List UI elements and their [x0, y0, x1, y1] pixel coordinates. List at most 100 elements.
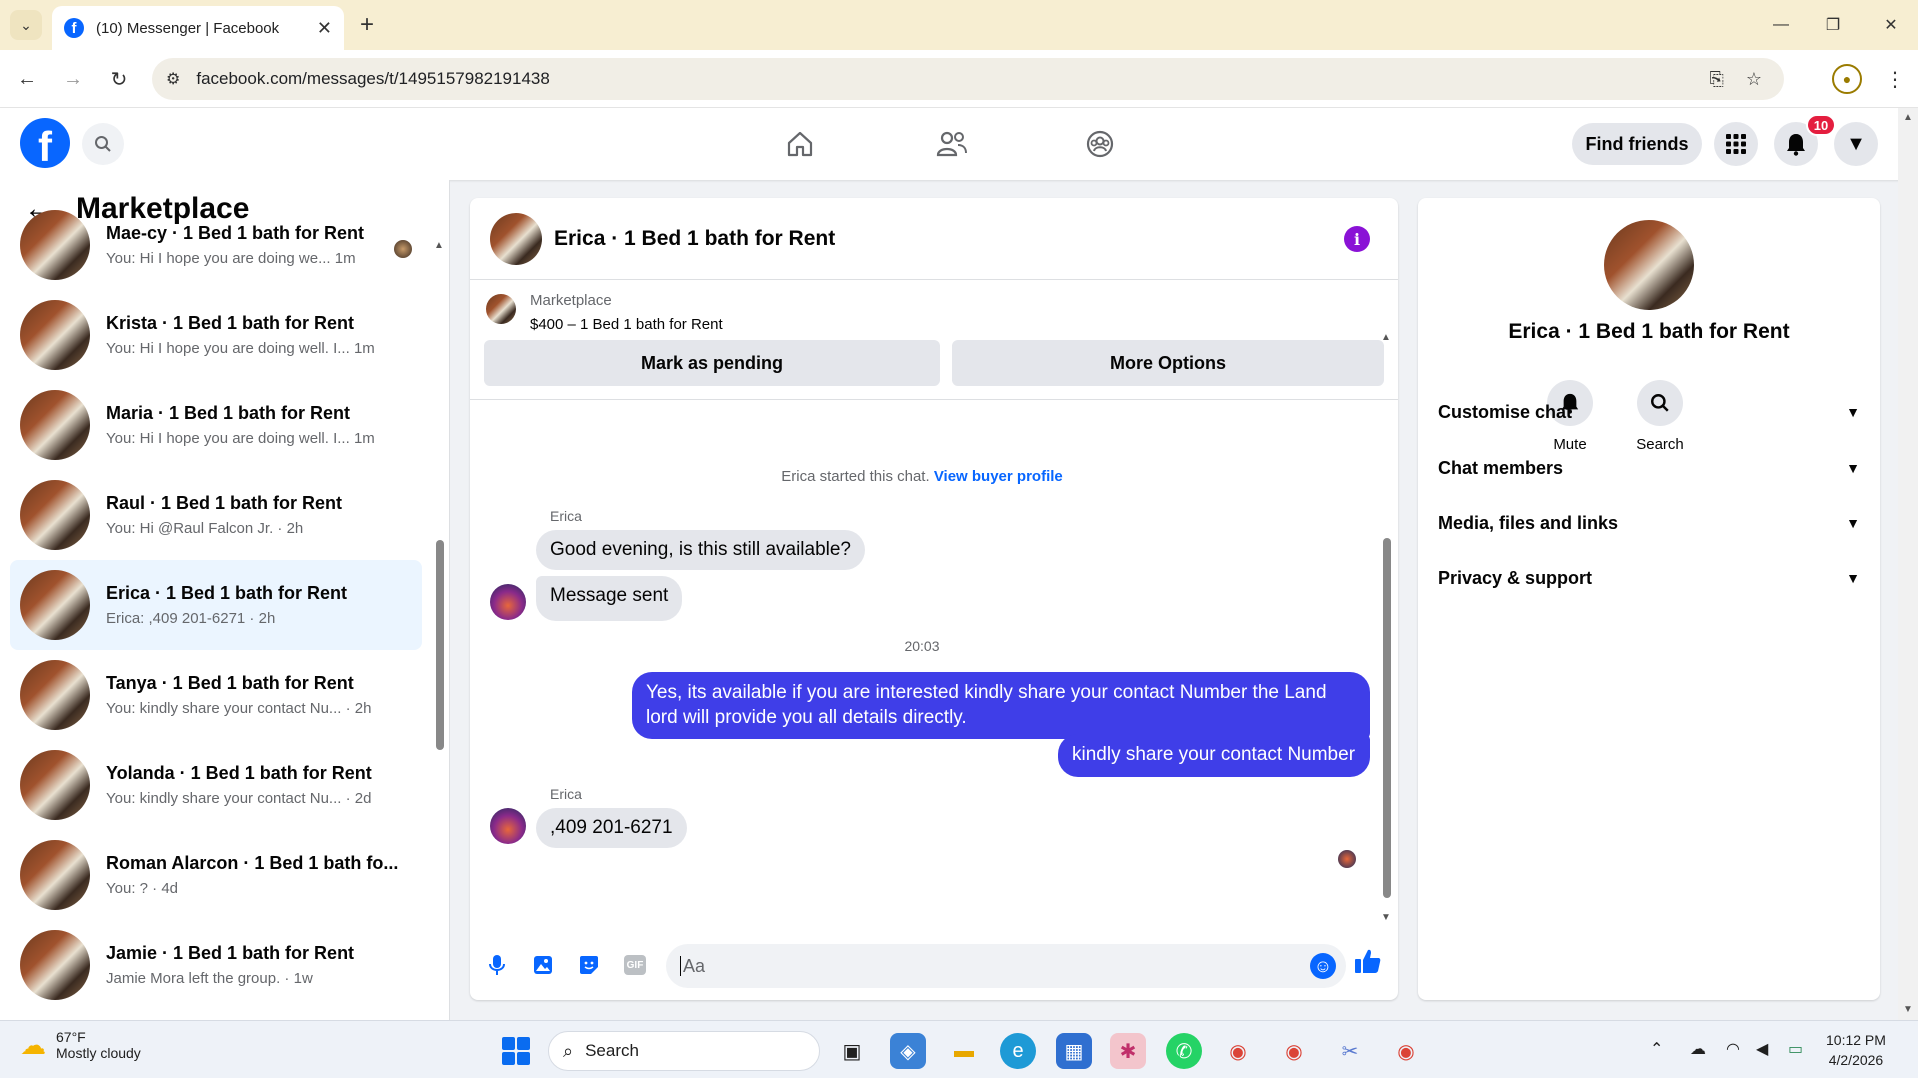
notification-count-badge: 10	[1806, 114, 1836, 136]
weather-widget[interactable]: ☁ 67°F Mostly cloudy	[20, 1029, 141, 1061]
search-icon[interactable]	[82, 123, 124, 165]
outgoing-message[interactable]: kindly share your contact Number	[1058, 734, 1370, 777]
wifi-icon[interactable]: ◠	[1726, 1039, 1740, 1059]
scroll-down-icon[interactable]: ▼	[1903, 1004, 1913, 1015]
conversation-name: Maria · 1 Bed 1 bath for Rent	[106, 403, 351, 423]
sender-name: Erica	[550, 508, 582, 524]
scroll-down-icon[interactable]: ▼	[1381, 912, 1391, 923]
scroll-up-icon[interactable]: ▲	[1903, 112, 1913, 123]
facebook-logo-icon[interactable]: f	[20, 118, 70, 168]
listing-title[interactable]: $400 – 1 Bed 1 bath for Rent	[530, 316, 723, 333]
slack-icon[interactable]: ✱	[1110, 1033, 1146, 1069]
forward-icon[interactable]: →	[58, 64, 88, 94]
conversation-item[interactable]: Krista · 1 Bed 1 bath for Rent You: Hi I…	[10, 290, 422, 380]
profile-icon[interactable]: ●	[1832, 64, 1862, 94]
file-explorer-icon[interactable]: ▬	[946, 1033, 982, 1069]
omnibox[interactable]: ⚙ facebook.com/messages/t/14951579821914…	[152, 58, 1784, 100]
task-view-icon[interactable]: ▣	[834, 1033, 870, 1069]
friends-icon[interactable]	[930, 122, 974, 166]
back-icon[interactable]: ←	[12, 64, 42, 94]
conversation-item[interactable]: Raul · 1 Bed 1 bath for Rent You: Hi @Ra…	[10, 470, 422, 560]
tab-search-icon[interactable]: ⌄	[10, 10, 42, 40]
page-scrollbar[interactable]: ▲ ▼	[1898, 108, 1918, 1020]
avatar[interactable]	[1604, 220, 1694, 310]
browser-menu-icon[interactable]: ⋮	[1880, 64, 1910, 94]
snipping-tool-icon[interactable]: ✂	[1332, 1033, 1368, 1069]
close-window-icon[interactable]: ✕	[1876, 10, 1906, 40]
taskbar-search[interactable]: ⌕ Search	[548, 1031, 820, 1071]
scroll-up-icon[interactable]: ▲	[1381, 332, 1391, 343]
browser-tab[interactable]: f (10) Messenger | Facebook ✕	[52, 6, 344, 50]
chrome-active-icon[interactable]: ◉	[1388, 1033, 1424, 1069]
chrome-icon[interactable]: ◉	[1220, 1033, 1256, 1069]
new-tab-icon[interactable]: +	[352, 10, 382, 40]
volume-icon[interactable]: ◀	[1756, 1039, 1768, 1059]
restore-icon[interactable]: ❐	[1818, 10, 1848, 40]
thumbs-up-icon[interactable]	[1354, 948, 1382, 981]
listing-thumbnail[interactable]	[486, 294, 516, 324]
install-app-icon[interactable]: ⎘	[1709, 69, 1723, 90]
minimize-icon[interactable]: —	[1766, 10, 1796, 40]
clock-time: 10:12 PM	[1826, 1032, 1886, 1048]
account-dropdown-icon[interactable]: ▼	[1834, 122, 1878, 166]
chevron-down-icon: ▼	[1846, 460, 1860, 476]
message-input[interactable]: Aa ☺	[666, 944, 1346, 988]
menu-grid-icon[interactable]	[1714, 122, 1758, 166]
whatsapp-icon[interactable]: ✆	[1166, 1033, 1202, 1069]
conversation-item[interactable]: Maria · 1 Bed 1 bath for Rent You: Hi I …	[10, 380, 422, 470]
incoming-message[interactable]: Message sent	[536, 576, 683, 621]
conversation-item[interactable]: Jamie · 1 Bed 1 bath for Rent Jamie Mora…	[10, 920, 422, 1010]
site-info-icon[interactable]: ⚙	[166, 69, 180, 89]
groups-icon[interactable]	[1078, 122, 1122, 166]
more-options-button[interactable]: More Options	[952, 340, 1384, 386]
conversation-time: 2h	[286, 520, 304, 537]
chat-title[interactable]: Erica · 1 Bed 1 bath for Rent	[554, 227, 835, 251]
url-text[interactable]: facebook.com/messages/t/1495157982191438	[196, 69, 1709, 89]
seen-receipt-avatar	[1338, 850, 1356, 868]
chrome-profile-icon[interactable]: ◉	[1276, 1033, 1312, 1069]
scroll-up-icon[interactable]: ▲	[434, 240, 444, 251]
onedrive-icon[interactable]: ☁	[1690, 1039, 1706, 1059]
scrollbar-thumb[interactable]	[1383, 538, 1391, 898]
outgoing-message[interactable]: Yes, its available if you are interested…	[632, 672, 1370, 740]
emoji-icon[interactable]: ☺	[1310, 953, 1336, 979]
close-tab-icon[interactable]: ✕	[317, 18, 332, 39]
conversation-item[interactable]: Roman Alarcon · 1 Bed 1 bath fo... You: …	[10, 830, 422, 920]
windows-start-icon[interactable]	[502, 1037, 530, 1065]
privacy-support-row[interactable]: Privacy & support ▼	[1438, 558, 1860, 598]
tray-chevron-up-icon[interactable]: ⌃	[1650, 1039, 1663, 1059]
m365-app-icon[interactable]: ◈	[890, 1033, 926, 1069]
bookmark-star-icon[interactable]: ☆	[1746, 69, 1762, 90]
system-note-text: Erica started this chat.	[781, 468, 930, 485]
reload-icon[interactable]: ↻	[104, 64, 134, 94]
conversation-item[interactable]: Yolanda · 1 Bed 1 bath for Rent You: kin…	[10, 740, 422, 830]
home-icon[interactable]	[778, 122, 822, 166]
chat-scrollbar[interactable]: ▲ ▼	[1380, 332, 1394, 924]
sidebar-scrollbar[interactable]: ▲ ▼	[434, 240, 446, 1020]
system-clock[interactable]: 10:12 PM 4/2/2026	[1826, 1031, 1886, 1070]
conversation-item-active[interactable]: Erica · 1 Bed 1 bath for Rent Erica: ,40…	[10, 560, 422, 650]
microphone-icon[interactable]	[482, 950, 512, 980]
find-friends-button[interactable]: Find friends	[1572, 123, 1702, 165]
battery-icon[interactable]: ▭	[1788, 1039, 1803, 1059]
scrollbar-thumb[interactable]	[436, 540, 444, 750]
incoming-message[interactable]: ,409 201-6271	[536, 808, 687, 848]
incoming-message[interactable]: Good evening, is this still available?	[536, 530, 866, 570]
conversation-preview: You: kindly share your contact Nu...	[106, 790, 342, 807]
view-buyer-profile-link[interactable]: View buyer profile	[934, 468, 1063, 485]
store-icon[interactable]: ▦	[1056, 1033, 1092, 1069]
avatar[interactable]	[490, 212, 542, 265]
info-icon[interactable]: i	[1344, 226, 1370, 252]
photo-icon[interactable]	[528, 950, 558, 980]
customise-chat-row[interactable]: Customise chat ▼	[1438, 392, 1860, 432]
mark-as-pending-button[interactable]: Mark as pending	[484, 340, 940, 386]
conversation-item[interactable]: Mae-cy · 1 Bed 1 bath for Rent You: Hi I…	[10, 200, 422, 290]
sticker-icon[interactable]	[574, 950, 604, 980]
conversation-item[interactable]: Tanya · 1 Bed 1 bath for Rent You: kindl…	[10, 650, 422, 740]
media-files-links-row[interactable]: Media, files and links ▼	[1438, 503, 1860, 543]
conversation-name: Mae-cy · 1 Bed 1 bath for Rent	[106, 223, 365, 243]
gif-icon[interactable]: GIF	[620, 950, 650, 980]
conversation-time: 1m	[353, 340, 375, 357]
edge-browser-icon[interactable]: e	[1000, 1033, 1036, 1069]
chat-members-row[interactable]: Chat members ▼	[1438, 448, 1860, 488]
